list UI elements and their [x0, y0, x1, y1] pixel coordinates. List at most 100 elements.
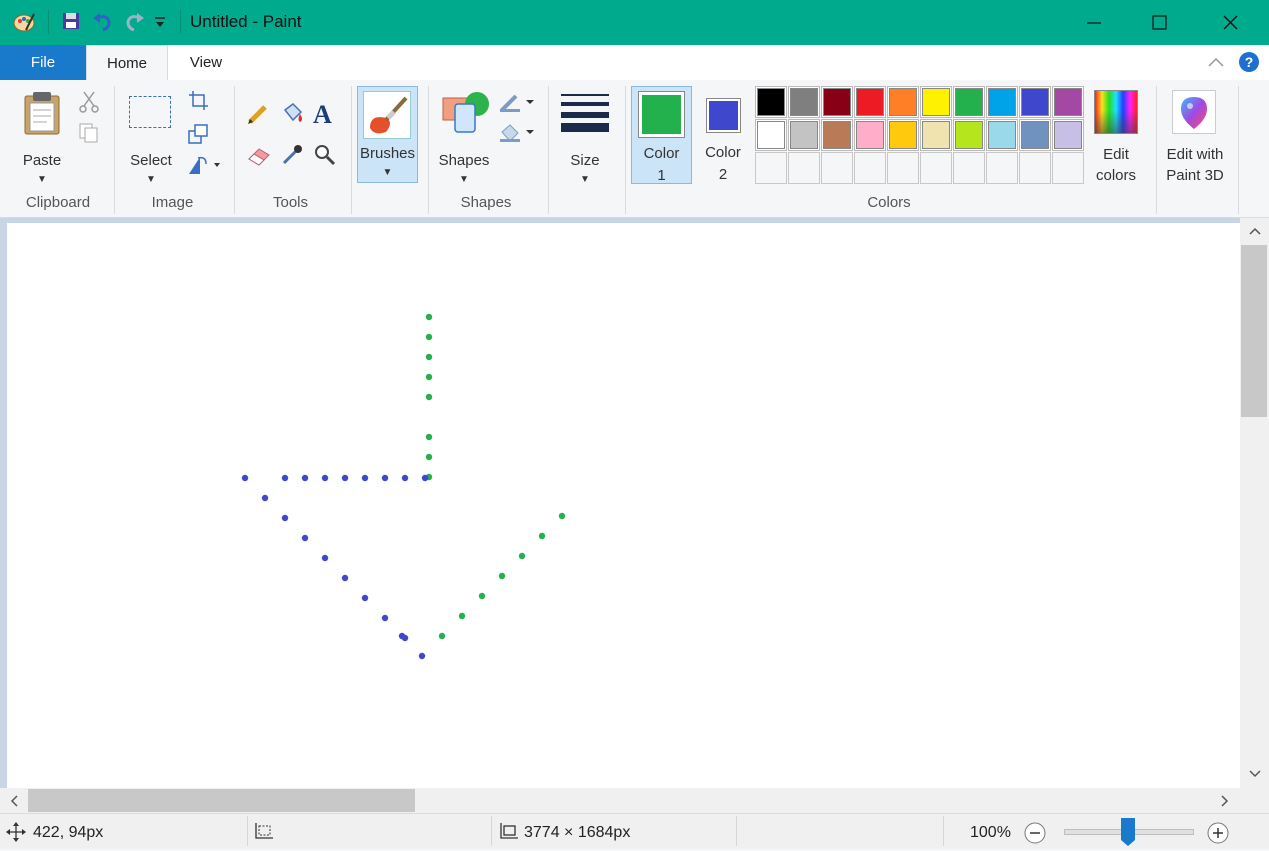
edit-colors-button[interactable]: Edit colors [1090, 88, 1142, 186]
scroll-right-icon[interactable] [1219, 794, 1231, 812]
tab-home[interactable]: Home [86, 45, 168, 80]
palette-swatch-color [955, 88, 983, 116]
blue-dot [401, 474, 409, 482]
paint-app-icon[interactable] [12, 10, 36, 34]
redo-icon[interactable] [122, 10, 146, 34]
palette-empty-slot[interactable] [755, 152, 787, 184]
scroll-up-icon[interactable] [1248, 224, 1262, 241]
drawing-canvas[interactable] [7, 223, 1240, 788]
close-button[interactable] [1196, 0, 1266, 45]
tab-view[interactable]: View [168, 45, 244, 80]
vertical-scrollbar[interactable] [1240, 218, 1269, 788]
selection-size-icon [252, 822, 274, 847]
palette-swatch[interactable] [1019, 86, 1051, 118]
save-icon[interactable] [60, 10, 84, 34]
paint3d-icon [1172, 90, 1216, 134]
brush-icon [363, 91, 411, 139]
cut-icon[interactable] [78, 90, 100, 118]
palette-empty-slot[interactable] [854, 152, 886, 184]
palette-swatch[interactable] [953, 86, 985, 118]
customize-qat-icon[interactable] [153, 14, 167, 34]
outline-icon[interactable] [498, 92, 536, 118]
collapse-ribbon-icon[interactable] [1206, 55, 1226, 73]
palette-swatch[interactable] [1052, 86, 1084, 118]
palette-empty-slot[interactable] [1019, 152, 1051, 184]
palette-swatch[interactable] [788, 86, 820, 118]
fill-icon[interactable] [279, 102, 305, 130]
crop-icon[interactable] [188, 90, 210, 116]
blue-dot [281, 514, 289, 522]
color1-button[interactable]: Color 1 [631, 86, 692, 184]
edit-colors-label-2: colors [1095, 167, 1136, 184]
horizontal-scrollbar[interactable] [0, 788, 1240, 813]
color2-button[interactable]: Color 2 [697, 88, 749, 186]
shapes-button[interactable]: Shapes ▼ [436, 88, 492, 186]
palette-empty-slot[interactable] [788, 152, 820, 184]
maximize-button[interactable] [1125, 0, 1195, 45]
blue-dot [401, 634, 409, 642]
palette-swatch[interactable] [986, 119, 1018, 151]
palette-empty-slot[interactable] [821, 152, 853, 184]
palette-swatch-color [856, 121, 884, 149]
ribbon: Paste ▼ Clipboard Select ▼ Image A Tools [0, 80, 1269, 218]
green-dot [425, 333, 433, 341]
shape-fill-icon[interactable] [498, 122, 536, 148]
scroll-left-icon[interactable] [8, 794, 20, 812]
copy-icon[interactable] [78, 122, 100, 148]
scroll-down-icon[interactable] [1248, 767, 1262, 784]
image-group-label: Image [151, 194, 194, 211]
palette-swatch[interactable] [1019, 119, 1051, 151]
pencil-icon[interactable] [246, 102, 270, 130]
tab-file[interactable]: File [0, 45, 86, 80]
colors-group-label: Colors [867, 194, 911, 211]
palette-swatch[interactable] [887, 119, 919, 151]
cursor-position-text: 422, 94px [33, 824, 104, 841]
minimize-button[interactable] [1059, 0, 1129, 45]
blue-dot [281, 474, 289, 482]
palette-swatch[interactable] [920, 86, 952, 118]
palette-swatch[interactable] [821, 86, 853, 118]
palette-swatch[interactable] [854, 86, 886, 118]
group-separator [1156, 86, 1157, 214]
color-picker-icon[interactable] [280, 143, 304, 171]
text-icon[interactable]: A [313, 100, 332, 130]
palette-empty-slot[interactable] [953, 152, 985, 184]
zoom-in-button[interactable] [1207, 822, 1229, 849]
palette-swatch[interactable] [821, 119, 853, 151]
palette-swatch[interactable] [755, 86, 787, 118]
title-separator [180, 10, 181, 34]
help-icon[interactable]: ? [1238, 51, 1260, 77]
palette-swatch[interactable] [1052, 119, 1084, 151]
palette-swatch[interactable] [887, 86, 919, 118]
zoom-out-button[interactable] [1024, 822, 1046, 849]
palette-empty-slot[interactable] [1052, 152, 1084, 184]
palette-swatch[interactable] [920, 119, 952, 151]
palette-empty-slot[interactable] [887, 152, 919, 184]
edit-with-paint3d-button[interactable]: Edit with Paint 3D [1160, 88, 1230, 186]
magnifier-icon[interactable] [313, 143, 337, 171]
palette-swatch[interactable] [788, 119, 820, 151]
palette-empty-slot[interactable] [920, 152, 952, 184]
size-button[interactable]: Size ▼ [556, 88, 614, 186]
resize-icon[interactable] [188, 123, 210, 149]
clipboard-group-label: Clipboard [25, 194, 91, 211]
paste-button[interactable]: Paste ▼ [18, 88, 66, 186]
zoom-slider-thumb[interactable] [1121, 818, 1135, 851]
select-dropdown-icon: ▼ [146, 174, 156, 185]
rotate-icon[interactable] [186, 154, 222, 180]
palette-swatch[interactable] [755, 119, 787, 151]
brushes-button[interactable]: Brushes ▼ [357, 86, 418, 183]
palette-swatch[interactable] [953, 119, 985, 151]
palette-swatch[interactable] [986, 86, 1018, 118]
vertical-scroll-thumb[interactable] [1241, 245, 1267, 417]
undo-icon[interactable] [91, 10, 115, 34]
palette-swatch-color [922, 121, 950, 149]
color1-swatch [642, 95, 681, 134]
palette-swatch[interactable] [854, 119, 886, 151]
brushes-label: Brushes [359, 145, 416, 162]
paint3d-label-2: Paint 3D [1166, 167, 1224, 184]
horizontal-scroll-thumb[interactable] [28, 789, 415, 812]
palette-empty-slot[interactable] [986, 152, 1018, 184]
eraser-icon[interactable] [246, 145, 272, 171]
select-button[interactable]: Select ▼ [124, 88, 178, 186]
